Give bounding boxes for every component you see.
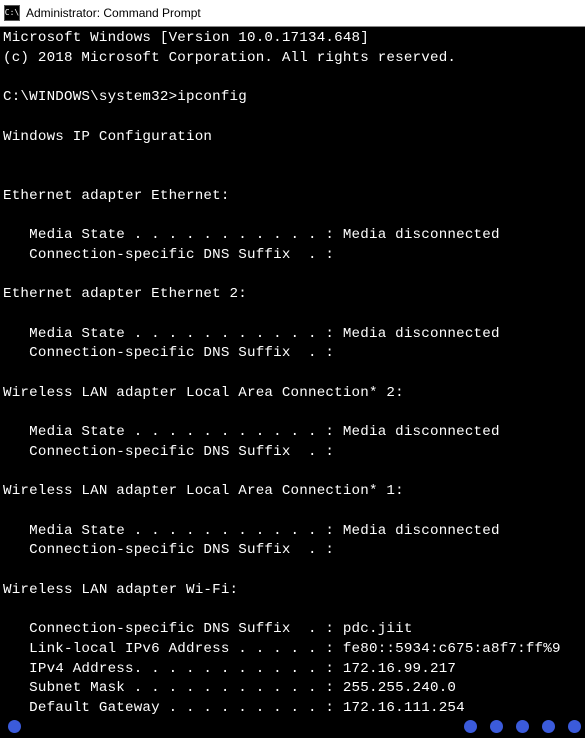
adapter-line: Media State . . . . . . . . . . . : Medi… bbox=[3, 523, 500, 539]
adapter-line: Media State . . . . . . . . . . . : Medi… bbox=[3, 227, 500, 243]
dot-icon bbox=[490, 720, 503, 733]
command-prompt-line: C:\WINDOWS\system32>ipconfig bbox=[3, 89, 247, 105]
dot-icon bbox=[464, 720, 477, 733]
adapter-line: Default Gateway . . . . . . . . . : 172.… bbox=[3, 700, 465, 716]
cmd-icon-text: C:\ bbox=[5, 9, 19, 17]
adapter-line: Subnet Mask . . . . . . . . . . . : 255.… bbox=[3, 680, 456, 696]
decorative-dots-left bbox=[8, 720, 21, 733]
dot-icon bbox=[8, 720, 21, 733]
adapter-line: Connection-specific DNS Suffix . : bbox=[3, 345, 334, 361]
adapter-line: Media State . . . . . . . . . . . : Medi… bbox=[3, 326, 500, 342]
os-version-line: Microsoft Windows [Version 10.0.17134.64… bbox=[3, 30, 369, 46]
decorative-dots-right bbox=[464, 720, 581, 733]
adapter-line: Connection-specific DNS Suffix . : bbox=[3, 247, 334, 263]
window-title: Administrator: Command Prompt bbox=[26, 6, 201, 20]
adapter-title: Wireless LAN adapter Wi-Fi: bbox=[3, 582, 238, 598]
adapter-line: Connection-specific DNS Suffix . : bbox=[3, 444, 334, 460]
adapter-line: IPv4 Address. . . . . . . . . . . : 172.… bbox=[3, 661, 456, 677]
adapter-title: Wireless LAN adapter Local Area Connecti… bbox=[3, 385, 404, 401]
adapter-title: Ethernet adapter Ethernet 2: bbox=[3, 286, 247, 302]
adapter-title: Wireless LAN adapter Local Area Connecti… bbox=[3, 483, 404, 499]
dot-icon bbox=[568, 720, 581, 733]
ipconfig-header: Windows IP Configuration bbox=[3, 129, 212, 145]
adapter-line: Connection-specific DNS Suffix . : bbox=[3, 542, 334, 558]
adapter-line: Media State . . . . . . . . . . . : Medi… bbox=[3, 424, 500, 440]
adapter-title: Ethernet adapter Ethernet: bbox=[3, 188, 230, 204]
dot-icon bbox=[516, 720, 529, 733]
cmd-icon: C:\ bbox=[4, 5, 20, 21]
dot-icon bbox=[542, 720, 555, 733]
copyright-line: (c) 2018 Microsoft Corporation. All righ… bbox=[3, 50, 456, 66]
adapter-line: Link-local IPv6 Address . . . . . : fe80… bbox=[3, 641, 561, 657]
adapter-line: Connection-specific DNS Suffix . : pdc.j… bbox=[3, 621, 413, 637]
window-titlebar[interactable]: C:\ Administrator: Command Prompt bbox=[0, 0, 585, 27]
terminal-output[interactable]: Microsoft Windows [Version 10.0.17134.64… bbox=[0, 27, 585, 738]
